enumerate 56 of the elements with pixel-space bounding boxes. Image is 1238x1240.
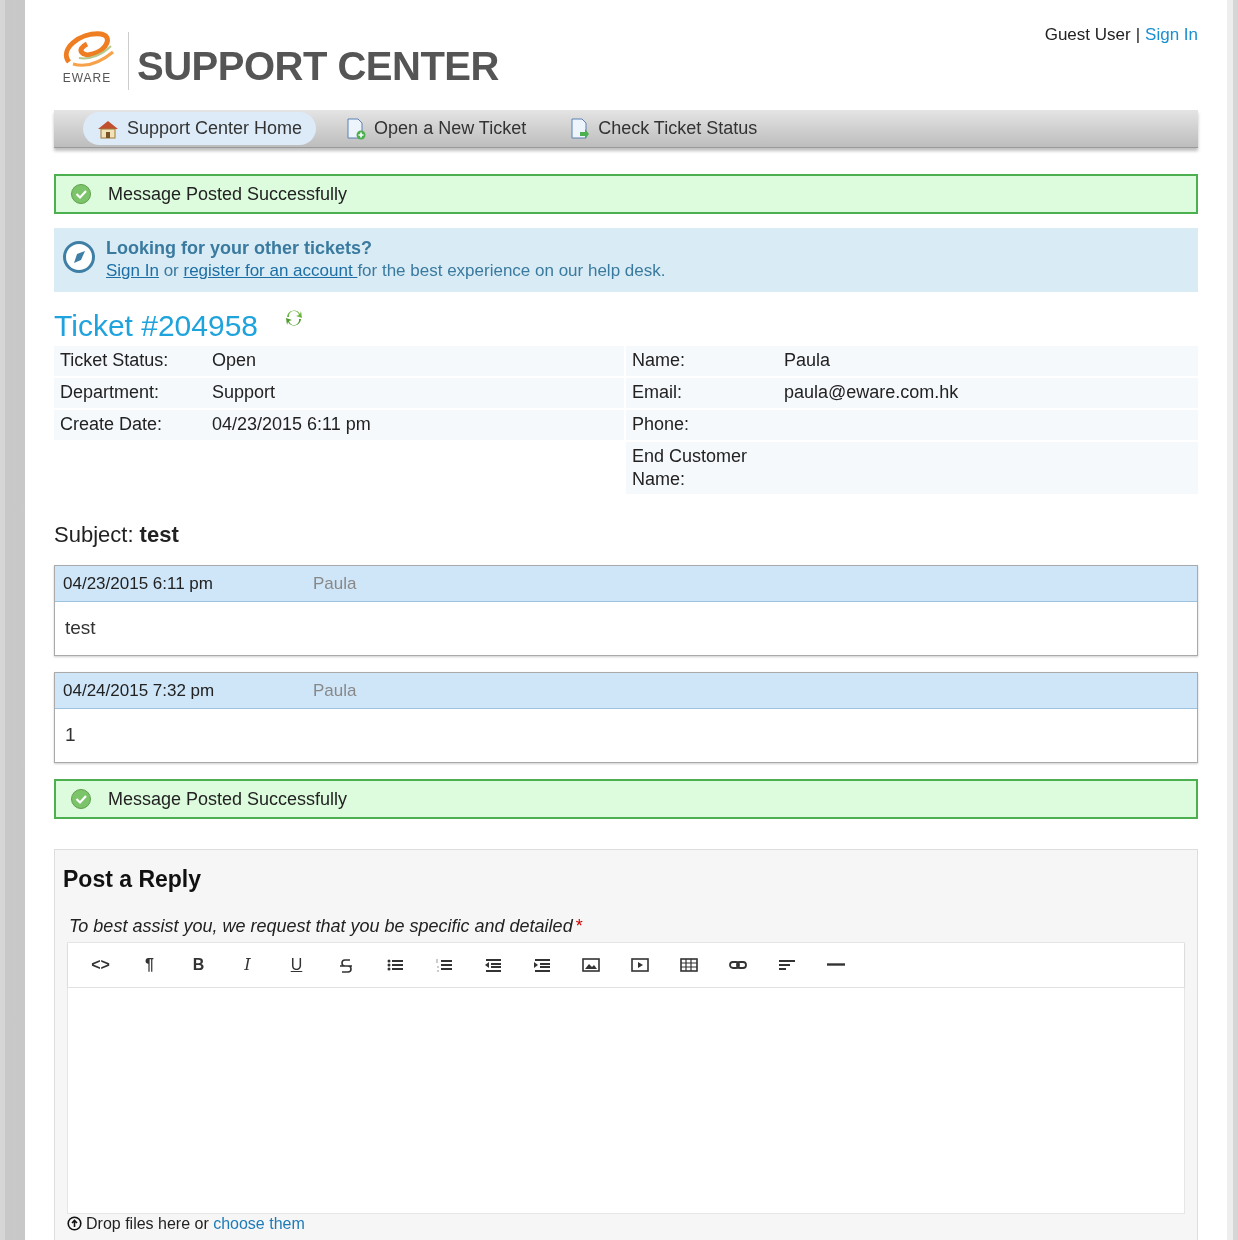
field-label: Department: (60, 381, 161, 404)
sign-in-link[interactable]: Sign In (106, 261, 159, 280)
reply-hint: To best assist you, we request that you be specific and detailed (69, 914, 573, 938)
field-value: paula@eware.com.hk (784, 381, 959, 404)
video-icon (630, 955, 649, 974)
toolbar-button[interactable]: <> (76, 949, 125, 980)
field-label: Phone: (632, 413, 691, 436)
message-body: test (65, 616, 96, 641)
field-value: Paula (784, 349, 831, 372)
message-author: Paula (313, 679, 357, 702)
logo: EWARE (54, 22, 120, 84)
document-add-icon (346, 117, 367, 140)
field-value: Open (212, 349, 257, 372)
drop-files-text: Drop files here or choose them (86, 1214, 305, 1233)
house-icon (97, 118, 119, 139)
site-title: SUPPORT CENTER (137, 43, 499, 90)
ticket-title: Ticket #204958 (54, 308, 259, 344)
field-label: Ticket Status: (60, 349, 170, 372)
nav-tab[interactable]: Check Ticket Status (556, 112, 772, 145)
field-label: Create Date: (60, 413, 164, 436)
register-link[interactable]: register for an account (183, 261, 358, 280)
success-message: Message Posted Successfully (108, 787, 348, 811)
horizontal-rule-icon (826, 963, 845, 966)
choose-files-link[interactable]: choose them (213, 1214, 305, 1232)
upload-icon (67, 1216, 82, 1231)
message-author: Paula (313, 572, 357, 595)
image-icon (581, 955, 600, 974)
refresh-icon[interactable] (284, 308, 305, 328)
message-date: 04/23/2015 6:11 pm (63, 572, 214, 595)
toolbar-button[interactable]: I (223, 949, 272, 980)
document-arrow-icon (570, 117, 591, 140)
message-body: 1 (65, 723, 76, 748)
success-message: Message Posted Successfully (108, 182, 348, 206)
field-label: Email: (632, 381, 683, 404)
ticket-subject: Subject: test (54, 521, 180, 549)
sign-in-link[interactable]: Sign In (1145, 22, 1198, 110)
check-icon (70, 788, 92, 810)
required-mark: * (575, 914, 583, 938)
toolbar-button[interactable]: U (272, 949, 321, 980)
table-icon (679, 955, 698, 974)
reply-title: Post a Reply (63, 865, 203, 894)
toolbar-button[interactable]: ¶ (125, 949, 174, 980)
field-value: 04/23/2015 6:11 pm (212, 413, 371, 436)
separator: | (1135, 24, 1141, 46)
info-title: Looking for your other tickets? (106, 237, 374, 260)
message-date: 04/24/2015 7:32 pm (63, 679, 216, 702)
field-value: Support (212, 381, 276, 404)
compass-icon (62, 240, 96, 274)
toolbar-button[interactable]: B (174, 949, 223, 980)
check-icon (70, 183, 92, 205)
field-label: End Customer Name: (632, 445, 749, 491)
field-label: Name: (632, 349, 686, 372)
nav-tab[interactable]: Open a New Ticket (332, 112, 541, 145)
user-name: Guest User (1044, 24, 1131, 46)
nav-tab[interactable]: Support Center Home (83, 112, 317, 145)
info-text: Sign In or register for an account for the best experience on our help desk. (106, 260, 666, 282)
